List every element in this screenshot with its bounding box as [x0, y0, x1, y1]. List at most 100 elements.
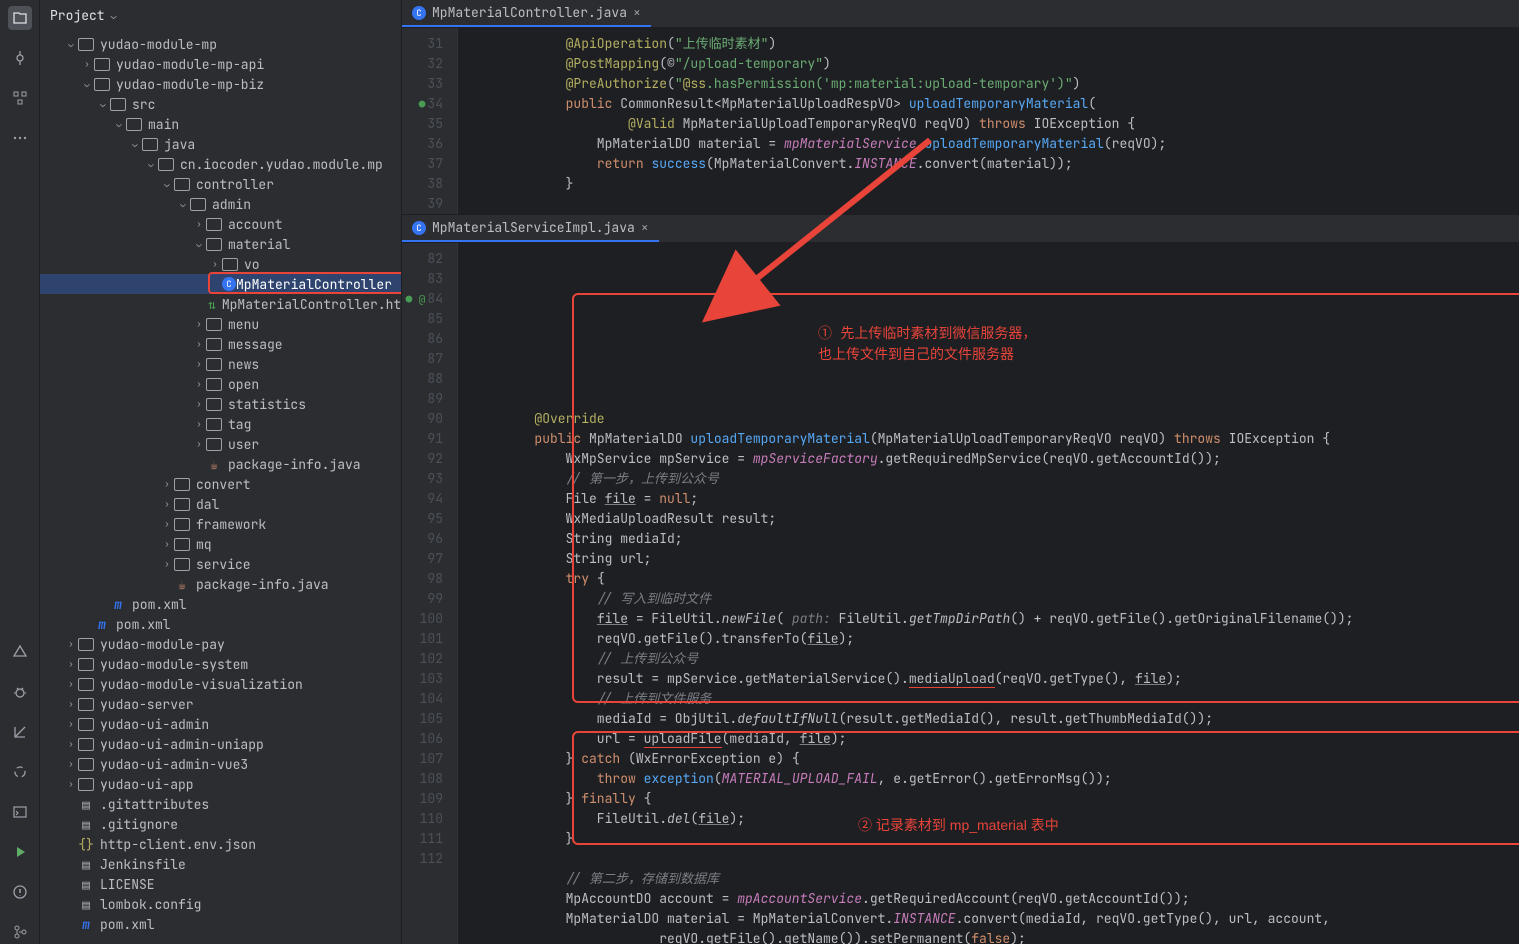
tree-item[interactable]: ▤lombok.config — [40, 894, 401, 914]
tree-arrow[interactable]: › — [160, 498, 174, 510]
tree-arrow[interactable]: › — [64, 698, 78, 710]
tree-item[interactable]: ›yudao-ui-admin-vue3 — [40, 754, 401, 774]
tree-arrow[interactable]: › — [160, 518, 174, 530]
code-line[interactable]: mediaId = ObjUtil.defaultIfNull(result.g… — [472, 709, 1519, 729]
tree-item[interactable]: ›tag — [40, 414, 401, 434]
tree-item[interactable]: ›mq — [40, 534, 401, 554]
tree-arrow[interactable]: › — [64, 638, 78, 650]
code-line[interactable]: } finally { — [472, 789, 1519, 809]
tree-arrow[interactable]: ⌄ — [192, 238, 206, 250]
code-line[interactable]: @ApiOperation("上传临时素材") — [472, 34, 1519, 54]
tree-arrow[interactable]: › — [64, 758, 78, 770]
tree-arrow[interactable]: › — [64, 778, 78, 790]
tree-item[interactable]: ›service — [40, 554, 401, 574]
code-line[interactable]: FileUtil.del(file); — [472, 809, 1519, 829]
project-header[interactable]: Project ⌄ — [40, 0, 401, 30]
tree-item[interactable]: {}http-client.env.json — [40, 834, 401, 854]
code-line[interactable]: reqVO.getFile().getName()).setPermanent(… — [472, 929, 1519, 944]
tree-arrow[interactable]: › — [192, 378, 206, 390]
tab-top[interactable]: C MpMaterialController.java × — [402, 0, 651, 27]
tree-item[interactable]: ›framework — [40, 514, 401, 534]
code-line[interactable]: MpMaterialDO material = MpMaterialConver… — [472, 909, 1519, 929]
code-line[interactable]: } catch (WxErrorException e) { — [472, 749, 1519, 769]
tree-arrow[interactable]: › — [64, 658, 78, 670]
tree-item[interactable]: CMpMaterialController — [40, 274, 401, 294]
tree-item[interactable]: ›statistics — [40, 394, 401, 414]
tree-item[interactable]: ⌄src — [40, 94, 401, 114]
code-line[interactable]: String mediaId; — [472, 529, 1519, 549]
tree-arrow[interactable]: ⌄ — [128, 138, 142, 150]
code-line[interactable]: // 写入到临时文件 — [472, 589, 1519, 609]
tree-arrow[interactable]: › — [64, 738, 78, 750]
code-line[interactable] — [472, 849, 1519, 869]
code-line[interactable]: throw exception(MATERIAL_UPLOAD_FAIL, e.… — [472, 769, 1519, 789]
tree-item[interactable]: ›dal — [40, 494, 401, 514]
code-line[interactable]: // 第二步，存储到数据库 — [472, 869, 1519, 889]
tree-item[interactable]: ›news — [40, 354, 401, 374]
tree-arrow[interactable]: › — [160, 558, 174, 570]
tree-item[interactable]: ›yudao-ui-admin-uniapp — [40, 734, 401, 754]
tree-item[interactable]: ⌄material — [40, 234, 401, 254]
tree-item[interactable]: ⇅MpMaterialController.http — [40, 294, 401, 314]
code-line[interactable]: String url; — [472, 549, 1519, 569]
progress-tool-icon[interactable] — [8, 760, 32, 784]
tab-bottom[interactable]: C MpMaterialServiceImpl.java × — [402, 215, 659, 242]
tree-item[interactable]: ›yudao-server — [40, 694, 401, 714]
debug-tool-icon[interactable] — [8, 680, 32, 704]
tree-item[interactable]: ⌄java — [40, 134, 401, 154]
tree-arrow[interactable]: ⌄ — [80, 78, 94, 90]
tree-item[interactable]: ›vo — [40, 254, 401, 274]
tree-item[interactable]: ☕package-info.java — [40, 454, 401, 474]
tree-item[interactable]: ⌄main — [40, 114, 401, 134]
code-line[interactable]: try { — [472, 569, 1519, 589]
terminal-tool-icon[interactable] — [8, 800, 32, 824]
editor-bottom[interactable]: 8283● @848586878889909192939495969798991… — [402, 243, 1519, 944]
tree-arrow[interactable]: ⌄ — [64, 38, 78, 50]
tree-item[interactable]: ›open — [40, 374, 401, 394]
structure-tool-icon[interactable] — [8, 86, 32, 110]
tree-arrow[interactable]: › — [64, 678, 78, 690]
code-line[interactable]: @Valid MpMaterialUploadTemporaryReqVO re… — [472, 114, 1519, 134]
tree-item[interactable]: ⌄yudao-module-mp-biz — [40, 74, 401, 94]
tree-arrow[interactable]: › — [208, 258, 222, 270]
tree-arrow[interactable]: › — [160, 538, 174, 550]
more-tool-icon[interactable] — [8, 126, 32, 150]
commit-tool-icon[interactable] — [8, 46, 32, 70]
code-line[interactable]: public CommonResult<MpMaterialUploadResp… — [472, 94, 1519, 114]
tree-arrow[interactable]: › — [192, 358, 206, 370]
vcs-tool-icon[interactable] — [8, 920, 32, 944]
code-line[interactable]: // 上传到文件服务 — [472, 689, 1519, 709]
code-bottom[interactable]: ① 先上传临时素材到微信服务器，也上传文件到自己的文件服务器 ② 记录素材到 m… — [458, 243, 1519, 944]
code-line[interactable]: // 上传到公众号 — [472, 649, 1519, 669]
code-line[interactable]: @PostMapping(©"/upload-temporary") — [472, 54, 1519, 74]
project-tree[interactable]: ⌄yudao-module-mp›yudao-module-mp-api⌄yud… — [40, 30, 401, 944]
close-icon[interactable]: × — [633, 4, 641, 21]
tree-item[interactable]: ⌄cn.iocoder.yudao.module.mp — [40, 154, 401, 174]
close-icon[interactable]: × — [641, 219, 649, 236]
project-tool-icon[interactable] — [8, 6, 32, 30]
code-line[interactable]: WxMediaUploadResult result; — [472, 509, 1519, 529]
code-line[interactable]: File file = null; — [472, 489, 1519, 509]
tree-item[interactable]: ›message — [40, 334, 401, 354]
code-line[interactable] — [472, 389, 1519, 409]
tree-arrow[interactable]: ⌄ — [160, 178, 174, 190]
editor-top[interactable]: 313233●343536373839 @ApiOperation("上传临时素… — [402, 28, 1519, 214]
run-tool-icon[interactable] — [8, 840, 32, 864]
tree-arrow[interactable]: › — [192, 338, 206, 350]
tree-item[interactable]: ›account — [40, 214, 401, 234]
tree-arrow[interactable]: › — [80, 58, 94, 70]
code-line[interactable]: public MpMaterialDO uploadTemporaryMater… — [472, 429, 1519, 449]
tree-arrow[interactable]: › — [64, 718, 78, 730]
tree-arrow[interactable]: › — [192, 318, 206, 330]
tree-item[interactable]: ▤LICENSE — [40, 874, 401, 894]
tree-item[interactable]: mpom.xml — [40, 614, 401, 634]
tree-item[interactable]: ⌄controller — [40, 174, 401, 194]
tree-arrow[interactable]: › — [160, 478, 174, 490]
code-line[interactable]: @Override — [472, 409, 1519, 429]
tree-item[interactable]: ›yudao-ui-app — [40, 774, 401, 794]
tree-item[interactable]: ›yudao-module-mp-api — [40, 54, 401, 74]
code-line[interactable]: result = mpService.getMaterialService().… — [472, 669, 1519, 689]
tree-item[interactable]: mpom.xml — [40, 914, 401, 934]
tree-item[interactable]: ›yudao-ui-admin — [40, 714, 401, 734]
tree-item[interactable]: ▤Jenkinsfile — [40, 854, 401, 874]
